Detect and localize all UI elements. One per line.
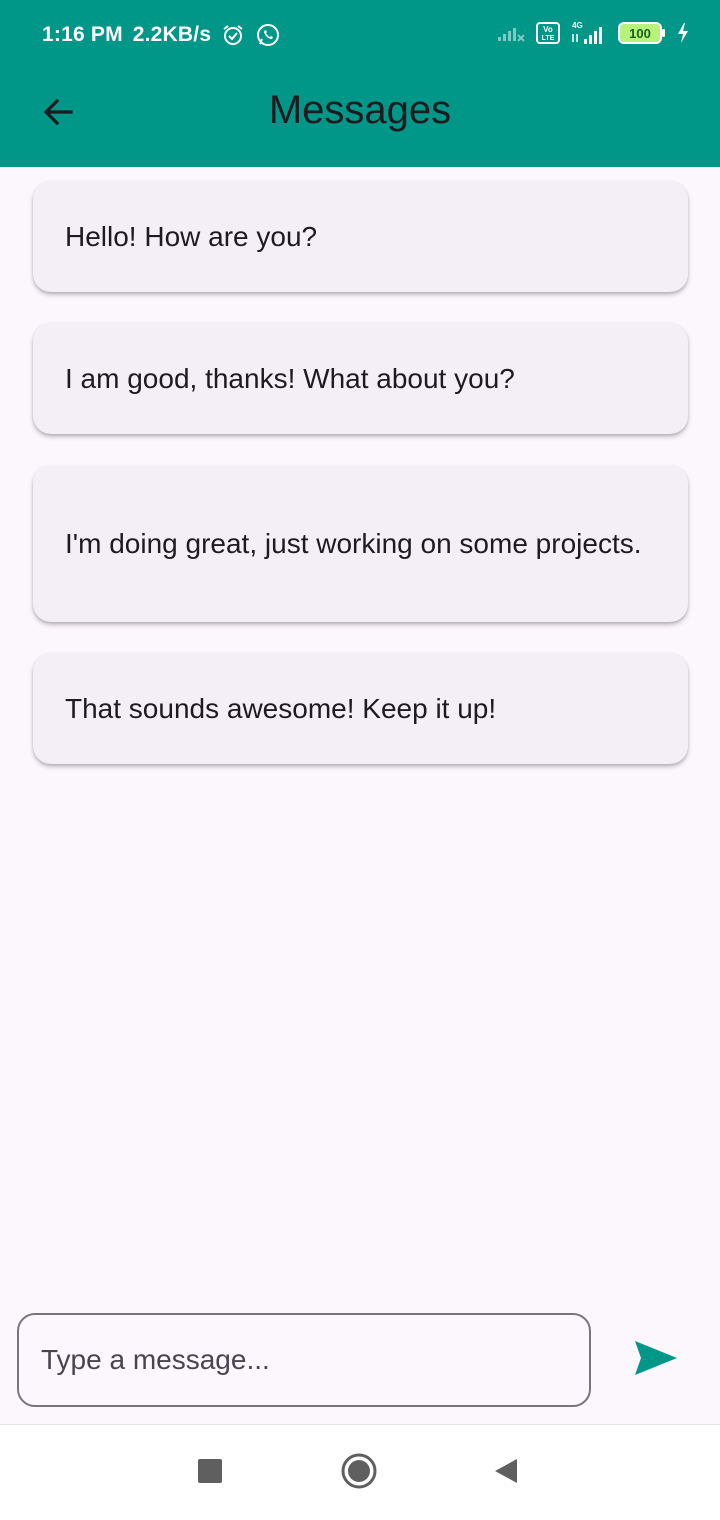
- battery-icon: 100: [618, 21, 666, 50]
- volte-icon: Vo LTE: [536, 21, 560, 49]
- message-text: Hello! How are you?: [65, 220, 318, 252]
- svg-text:100: 100: [629, 26, 651, 41]
- message-card[interactable]: I am good, thanks! What about you?: [33, 323, 688, 434]
- message-input[interactable]: [17, 1313, 591, 1407]
- status-bar: 1:16 PM 2.2KB/s Vo LTE 4G 100: [0, 0, 720, 68]
- home-button[interactable]: [335, 1449, 383, 1497]
- whatsapp-icon: [255, 22, 281, 48]
- message-text: That sounds awesome! Keep it up!: [65, 692, 497, 724]
- svg-text:Vo: Vo: [543, 25, 553, 34]
- message-text: I'm doing great, just working on some pr…: [65, 527, 642, 559]
- send-button[interactable]: [628, 1336, 684, 1384]
- status-time: 1:16 PM: [42, 23, 123, 46]
- alarm-icon: [221, 23, 245, 47]
- composer: [0, 1310, 720, 1410]
- circle-home-icon: [340, 1452, 378, 1495]
- message-card[interactable]: Hello! How are you?: [33, 181, 688, 292]
- message-card[interactable]: That sounds awesome! Keep it up!: [33, 653, 688, 764]
- triangle-back-icon: [493, 1457, 519, 1490]
- status-left: 1:16 PM 2.2KB/s: [42, 20, 281, 50]
- status-right: Vo LTE 4G 100: [496, 20, 690, 50]
- svg-text:4G: 4G: [572, 21, 583, 30]
- 4g-signal-icon: 4G: [570, 20, 608, 51]
- send-icon: [633, 1339, 679, 1382]
- message-card[interactable]: I'm doing great, just working on some pr…: [33, 465, 688, 622]
- status-speed: 2.2KB/s: [132, 23, 212, 46]
- svg-text:LTE: LTE: [542, 35, 555, 42]
- system-nav-bar: [0, 1424, 720, 1520]
- app-bar: Messages: [0, 68, 720, 167]
- back-nav-button[interactable]: [482, 1449, 530, 1497]
- page-title: Messages: [268, 88, 452, 132]
- square-icon: [197, 1458, 223, 1489]
- recents-button[interactable]: [186, 1449, 234, 1497]
- message-text: I am good, thanks! What about you?: [65, 362, 515, 394]
- signal-x-icon: [496, 23, 526, 48]
- charging-icon: [676, 22, 690, 49]
